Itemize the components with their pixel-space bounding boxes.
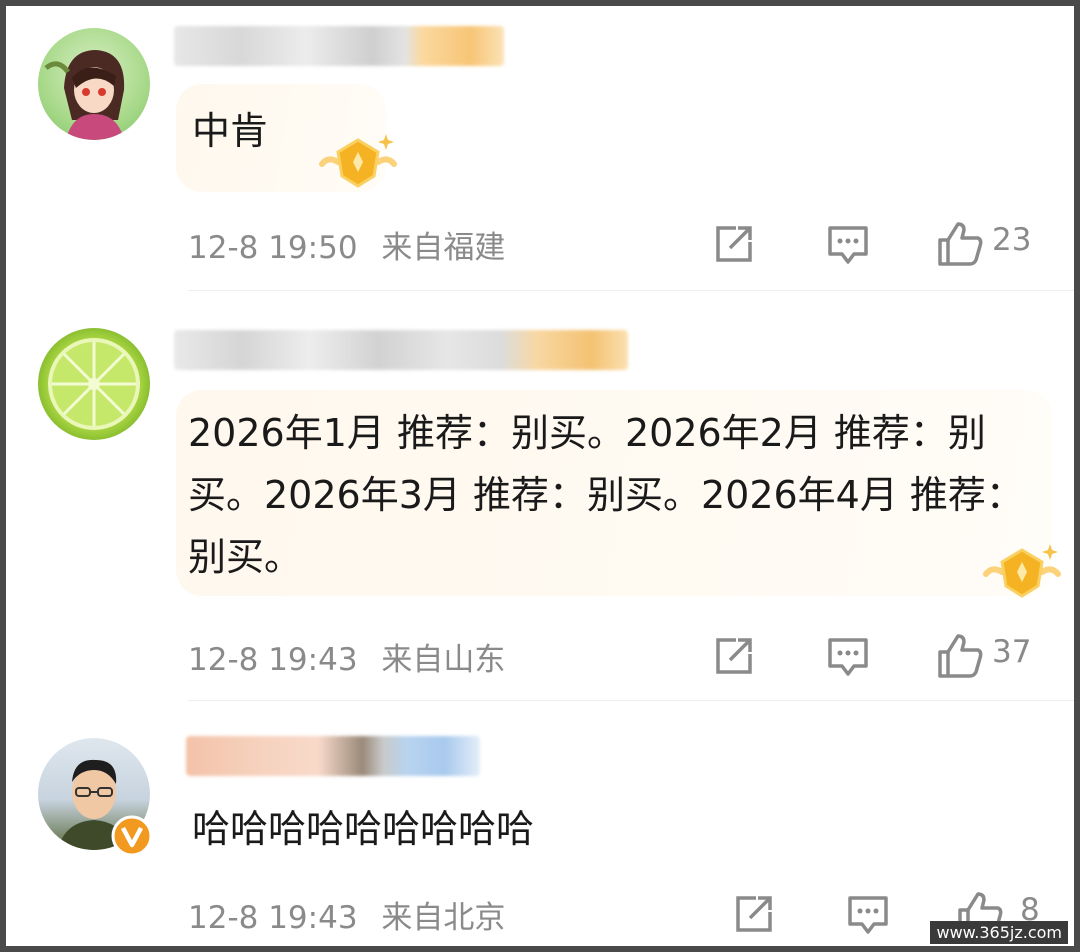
comment-text: 哈哈哈哈哈哈哈哈哈	[192, 807, 535, 851]
share-icon[interactable]	[732, 892, 776, 936]
comment-time: 12-8 19:43	[188, 642, 358, 678]
reply-icon[interactable]	[826, 222, 870, 266]
comment-meta: 12-8 19:43 来自山东	[188, 634, 505, 679]
comment-text: 2026年1月 推荐：别买。2026年2月 推荐：别买。2026年3月 推荐：别…	[188, 411, 1024, 579]
thumbs-up-icon[interactable]	[936, 632, 984, 680]
comment-list: 中肯 12-8 19:50 来自福建 23 2026年1月 推荐：别买。2026…	[6, 6, 1074, 946]
reply-icon[interactable]	[846, 892, 890, 936]
comment-location: 来自山东	[381, 642, 506, 678]
comment-item: 2026年1月 推荐：别买。2026年2月 推荐：别买。2026年3月 推荐：别…	[6, 296, 1074, 702]
like-count: 23	[992, 222, 1032, 258]
comment-time: 12-8 19:50	[188, 230, 358, 266]
comment-item: 中肯 12-8 19:50 来自福建 23	[6, 6, 1074, 296]
gold-badge-icon	[982, 536, 1062, 610]
comment-meta: 12-8 19:50 来自福建	[188, 222, 505, 267]
username-blurred[interactable]	[186, 736, 480, 776]
watermark: www.365jz.com	[930, 921, 1068, 944]
comment-text: 中肯	[192, 109, 269, 153]
thumbs-up-icon[interactable]	[936, 220, 984, 268]
comment-meta: 12-8 19:43 来自北京	[188, 892, 505, 937]
like-count: 37	[992, 634, 1032, 670]
username-blurred[interactable]	[174, 26, 504, 66]
comment-location: 来自福建	[381, 230, 506, 266]
divider	[188, 290, 1074, 291]
avatar[interactable]	[38, 328, 150, 440]
comment-time: 12-8 19:43	[188, 900, 358, 936]
gold-badge-icon	[318, 126, 398, 200]
avatar[interactable]	[38, 28, 150, 140]
divider	[188, 700, 1074, 701]
reply-icon[interactable]	[826, 634, 870, 678]
comment-item: 哈哈哈哈哈哈哈哈哈 12-8 19:43 来自北京 8	[6, 702, 1074, 946]
share-icon[interactable]	[712, 634, 756, 678]
share-icon[interactable]	[712, 222, 756, 266]
username-blurred[interactable]	[174, 330, 628, 370]
verified-v-icon	[110, 814, 154, 862]
comment-location: 来自北京	[381, 900, 506, 936]
